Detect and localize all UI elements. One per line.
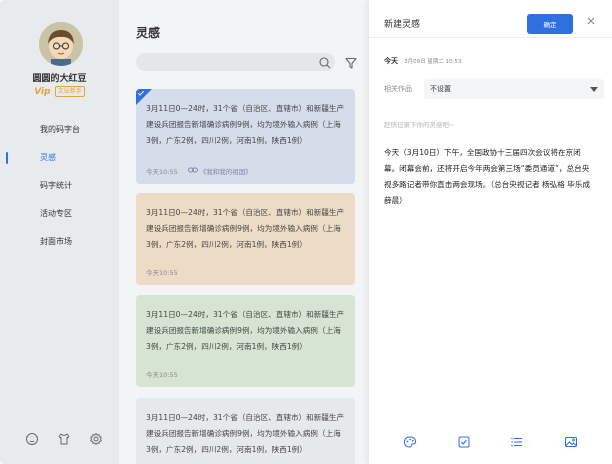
date-label: 今天	[384, 57, 398, 65]
related-work-row: 相关作品 不设置	[384, 79, 604, 99]
vip-row: Vip 文坛新手	[0, 86, 119, 97]
search-input[interactable]	[136, 53, 335, 71]
editor-placeholder: 赶快记录下你的灵感吧~	[384, 121, 455, 129]
card-time: 今天10:55	[146, 269, 178, 277]
card-time: 今天10:55	[146, 371, 178, 379]
inspiration-card[interactable]: 3月11日0—24时，31个省（自治区、直辖市）和新疆生产建设兵团报告新增确诊病…	[136, 89, 355, 184]
palette-icon[interactable]	[402, 434, 418, 450]
shirt-icon[interactable]	[56, 431, 72, 447]
page-title: 灵感	[136, 26, 161, 40]
card-link-text: 《我和我的祖国》	[199, 168, 252, 176]
sidebar-item-writing-desk[interactable]: 我的码字台	[0, 116, 119, 144]
sidebar-nav: 我的码字台 灵感 码字统计 活动专区 封面市场	[0, 116, 119, 256]
card-text: 3月11日0—24时，31个省（自治区、直辖市）和新疆生产建设兵团报告新增确诊病…	[146, 310, 345, 351]
link-icon	[187, 166, 200, 176]
level-badge: 文坛新手	[54, 86, 85, 97]
related-work-select[interactable]: 不设置	[424, 79, 604, 99]
sidebar: 圆圆的大红豆 Vip 文坛新手 我的码字台 灵感 码字统计 活动专区 封面市场	[0, 0, 119, 464]
close-icon[interactable]	[585, 12, 597, 25]
sidebar-item-events[interactable]: 活动专区	[0, 200, 119, 228]
related-work-value: 不设置	[430, 85, 451, 93]
panel-title: 新建灵感	[384, 20, 421, 30]
inspiration-card[interactable]: 3月11日0—24时，31个省（自治区、直辖市）和新疆生产建设兵团报告新增确诊病…	[136, 398, 355, 464]
date-row: 今天 3月09日 星期二 10:53	[384, 56, 461, 66]
date-value: 3月09日 星期二 10:53	[404, 59, 462, 65]
card-text: 3月11日0—24时，31个省（自治区、直辖市）和新疆生产建设兵团报告新增确诊病…	[146, 413, 345, 454]
sidebar-item-stats[interactable]: 码字统计	[0, 172, 119, 200]
caret-down-icon	[590, 87, 598, 92]
card-meta: 今天10:55	[146, 369, 178, 379]
list-icon[interactable]	[509, 434, 525, 450]
app-window: 圆圆的大红豆 Vip 文坛新手 我的码字台 灵感 码字统计 活动专区 封面市场 …	[0, 0, 612, 464]
card-meta: 今天10:55	[146, 267, 178, 277]
card-work-link[interactable]: 《我和我的祖国》	[187, 166, 252, 176]
card-text: 3月11日0—24时，31个省（自治区、直辖市）和新疆生产建设兵团报告新增确诊病…	[146, 208, 345, 249]
inspiration-card[interactable]: 3月11日0—24时，31个省（自治区、直辖市）和新疆生产建设兵团报告新增确诊病…	[136, 193, 355, 285]
sidebar-item-cover-market[interactable]: 封面市场	[0, 228, 119, 256]
sidebar-item-inspiration[interactable]: 灵感	[0, 144, 119, 172]
inspiration-card[interactable]: 3月11日0—24时，31个省（自治区、直辖市）和新疆生产建设兵团报告新增确诊病…	[136, 295, 355, 387]
card-meta: 今天10:55 《我和我的祖国》	[146, 166, 252, 176]
settings-icon[interactable]	[88, 431, 104, 447]
card-time: 今天10:55	[146, 168, 178, 176]
checkbox-icon[interactable]	[456, 434, 472, 450]
avatar[interactable]	[39, 22, 83, 66]
filter-icon[interactable]	[344, 55, 358, 69]
new-inspiration-panel: 新建灵感 确定 今天 3月09日 星期二 10:53 相关作品 不设置 赶快记录…	[369, 0, 612, 464]
sidebar-footer	[24, 430, 104, 448]
confirm-button[interactable]: 确定	[527, 14, 573, 34]
search-icon[interactable]	[318, 55, 332, 69]
editor-toolbar	[369, 430, 612, 454]
card-text: 3月11日0—24时，31个省（自治区、直辖市）和新疆生产建设兵团报告新增确诊病…	[146, 104, 345, 145]
panel-header: 新建灵感 确定	[369, 0, 612, 38]
related-work-label: 相关作品	[384, 85, 412, 93]
image-icon[interactable]	[563, 434, 579, 450]
inspiration-list: 灵感 3月11日0—24时，31个省（自治区、直辖市）和新疆生产建设兵团报告新增…	[119, 0, 369, 464]
help-icon[interactable]	[24, 431, 40, 447]
editor-text[interactable]: 今天（3月10日）下午，全国政协十三届四次会议将在京闭幕。闭幕会前，还将开启今年…	[384, 145, 594, 209]
vip-tag: Vip	[34, 87, 51, 97]
username: 圆圆的大红豆	[32, 74, 87, 84]
